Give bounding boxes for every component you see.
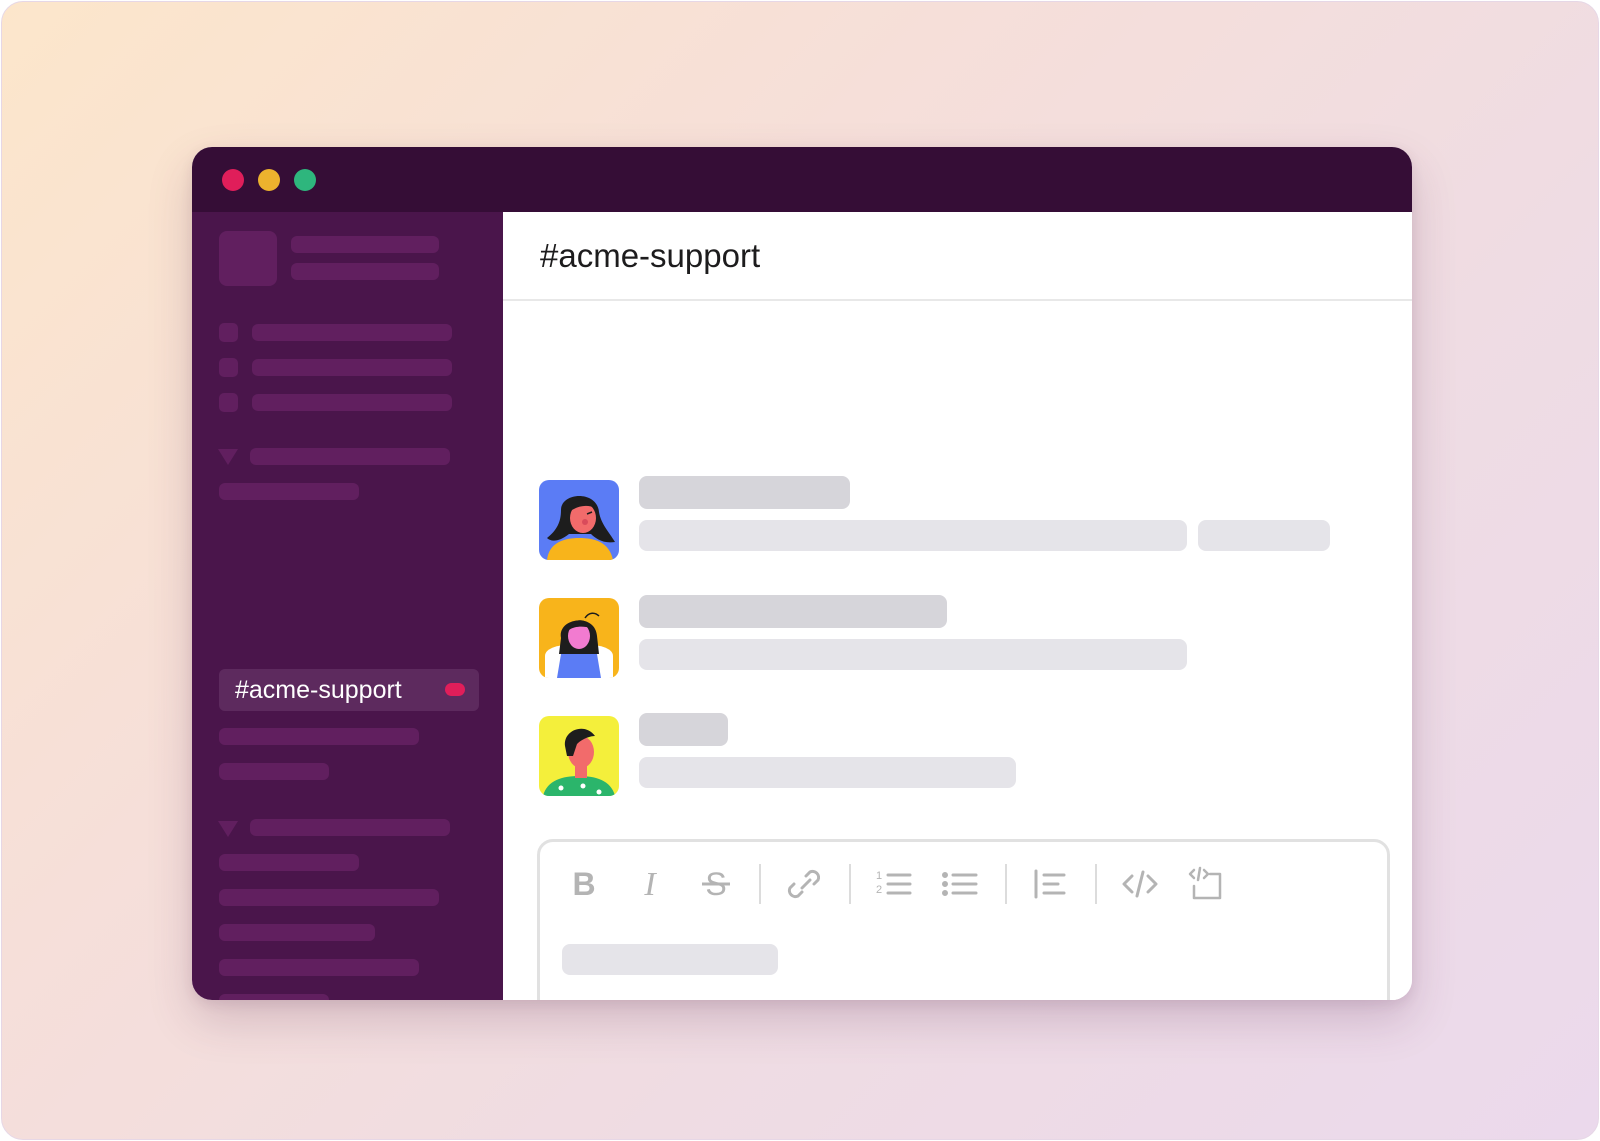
minimize-window-button[interactable]	[258, 169, 280, 191]
background-backdrop: #acme-support #acme-support B I S 1 2	[1, 1, 1599, 1140]
sidebar-item[interactable]	[252, 394, 452, 411]
avatar-woman-yellow[interactable]	[539, 598, 619, 678]
main-panel: #acme-support B I S 1 2	[503, 212, 1412, 1000]
svg-text:1: 1	[876, 870, 882, 882]
strikethrough-icon[interactable]: S	[696, 862, 736, 906]
sidebar-item[interactable]	[219, 889, 439, 906]
sidebar-item[interactable]	[219, 483, 359, 500]
channel-header: #acme-support	[503, 212, 1412, 301]
message-input[interactable]	[562, 944, 778, 975]
avatar-illustration	[539, 716, 619, 796]
blockquote-icon[interactable]	[1030, 862, 1070, 906]
unread-badge	[445, 683, 465, 696]
title-bar	[192, 147, 1412, 212]
italic-icon[interactable]: I	[630, 862, 670, 906]
section-header[interactable]	[250, 448, 450, 465]
toolbar-divider	[1005, 864, 1007, 904]
channel-label: #acme-support	[235, 676, 402, 704]
message-text-placeholder	[639, 757, 1016, 788]
message-text-placeholder	[639, 520, 1187, 551]
svg-text:I: I	[643, 866, 657, 903]
message-composer: B I S 1 2	[537, 839, 1390, 1000]
message-author-placeholder	[639, 713, 728, 746]
app-window: #acme-support #acme-support B I S 1 2	[192, 147, 1412, 1000]
sidebar-item-acme-support[interactable]: #acme-support	[219, 669, 479, 711]
sidebar-item[interactable]	[219, 959, 419, 976]
sidebar-item[interactable]	[219, 924, 375, 941]
collapse-caret-icon[interactable]	[218, 821, 238, 837]
maximize-window-button[interactable]	[294, 169, 316, 191]
link-icon[interactable]	[784, 862, 824, 906]
avatar-woman-blue[interactable]	[539, 480, 619, 560]
avatar-illustration	[539, 480, 619, 560]
sidebar-item[interactable]	[252, 359, 452, 376]
sidebar-item[interactable]	[219, 854, 359, 871]
channel-title[interactable]: #acme-support	[540, 236, 760, 276]
bulleted-list-icon[interactable]	[940, 862, 980, 906]
toolbar-divider	[1095, 864, 1097, 904]
nav-icon	[219, 323, 238, 342]
message-author-placeholder	[639, 476, 850, 509]
avatar-man-yellow[interactable]	[539, 716, 619, 796]
workspace-name-placeholder	[291, 236, 439, 253]
nav-icon	[219, 358, 238, 377]
message-text-placeholder	[639, 639, 1187, 670]
sidebar-item[interactable]	[219, 994, 329, 1000]
sidebar-item[interactable]	[219, 763, 329, 780]
svg-text:B: B	[572, 866, 595, 902]
user-status-placeholder	[291, 263, 439, 280]
code-block-icon[interactable]	[1186, 862, 1226, 906]
toolbar-divider	[759, 864, 761, 904]
numbered-list-icon[interactable]: 1 2	[874, 862, 914, 906]
avatar-illustration	[539, 598, 619, 678]
bold-icon[interactable]: B	[564, 862, 604, 906]
sidebar-item[interactable]	[252, 324, 452, 341]
toolbar-divider	[849, 864, 851, 904]
section-header[interactable]	[250, 819, 450, 836]
sidebar-item[interactable]	[219, 728, 419, 745]
message-author-placeholder	[639, 595, 947, 628]
workspace-icon[interactable]	[219, 231, 277, 286]
message-text-placeholder	[1198, 520, 1330, 551]
collapse-caret-icon[interactable]	[218, 449, 238, 465]
svg-text:2: 2	[876, 884, 882, 896]
sidebar: #acme-support	[192, 212, 503, 1000]
nav-icon	[219, 393, 238, 412]
code-icon[interactable]	[1120, 862, 1160, 906]
close-window-button[interactable]	[222, 169, 244, 191]
